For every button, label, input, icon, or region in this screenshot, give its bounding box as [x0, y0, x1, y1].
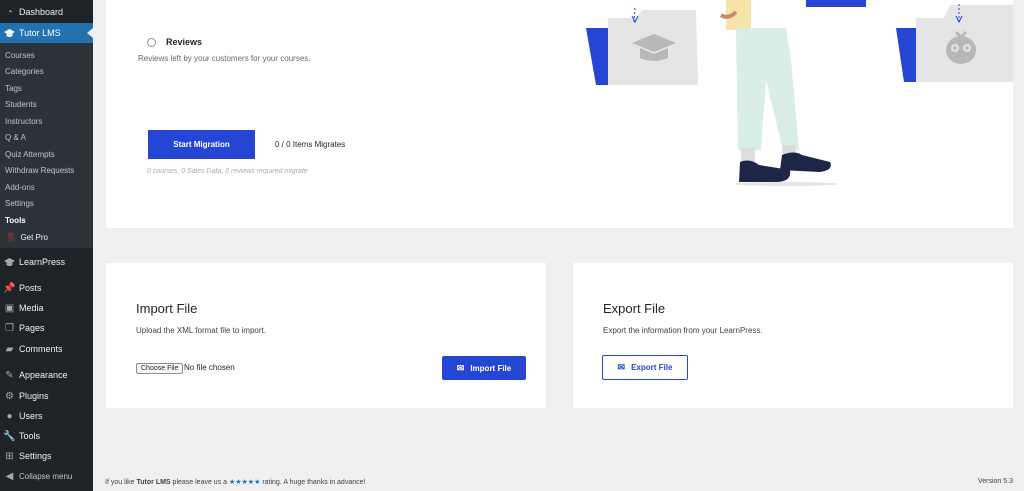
sidebar-item-posts[interactable]: 📌 Posts [0, 278, 93, 298]
sidebar-item-appearance[interactable]: ✎ Appearance [0, 365, 93, 385]
sidebar-item-plugins[interactable]: ⚙ Plugins [0, 386, 93, 406]
sidebar-item-tutor-lms[interactable]: Tutor LMS [0, 23, 93, 43]
user-icon: ● [6, 410, 13, 422]
migration-illustration [586, 0, 1013, 186]
footer-suffix: rating. A huge thanks in advance! [260, 479, 366, 486]
import-title: Import File [136, 301, 198, 316]
footer-brand: Tutor LMS [136, 479, 171, 486]
items-migrate-count: 0 / 0 Items Migrates [275, 140, 346, 149]
no-file-chosen: No file chosen [184, 363, 235, 372]
reviews-radio[interactable] [147, 38, 156, 47]
sock-left [741, 148, 755, 162]
sidebar-item-label: Pages [19, 323, 45, 333]
migration-panel: Reviews Reviews left by your customers f… [106, 0, 1013, 228]
tutor-submenu: Courses Categories Tags Students Instruc… [0, 43, 93, 248]
export-description: Export the information from your LearnPr… [603, 326, 763, 335]
left-folder-flap [586, 28, 608, 85]
settings-icon: ⊞ [5, 450, 14, 462]
shoe-right [780, 152, 831, 172]
collapse-icon: ◀ [5, 470, 14, 482]
sidebar-item-label: Media [19, 303, 44, 313]
export-file-button[interactable]: ✉ Export File [602, 355, 688, 380]
dashboard-icon: ◔ [6, 6, 13, 18]
submenu-add-ons[interactable]: Add-ons [5, 183, 35, 192]
comment-icon: ▰ [5, 343, 14, 355]
sidebar-item-pages[interactable]: ❐ Pages [0, 318, 93, 338]
sidebar-item-settings[interactable]: ⊞ Settings [0, 446, 93, 466]
export-panel: Export File Export the information from … [573, 263, 1013, 408]
sidebar-item-label: Tutor LMS [19, 28, 61, 38]
learnpress-icon [4, 257, 15, 268]
submenu-categories[interactable]: Categories [5, 67, 44, 76]
shadow [734, 182, 838, 186]
submenu-students[interactable]: Students [5, 100, 37, 109]
sidebar-item-label: Appearance [19, 370, 68, 380]
blue-bar [806, 0, 866, 7]
export-button-label: Export File [631, 363, 673, 372]
footer-middle: please leave us a [170, 479, 229, 486]
import-button-label: Import File [470, 363, 512, 373]
right-folder-flap [896, 28, 916, 82]
start-migration-button[interactable]: Start Migration [148, 130, 255, 159]
sidebar-item-label: Collapse menu [19, 471, 73, 481]
footer-rating-text: If you like Tutor LMS please leave us a … [105, 478, 365, 486]
export-icon: ✉ [617, 362, 626, 372]
sidebar-item-label: Settings [19, 451, 52, 461]
admin-sidebar: ◔ Dashboard Tutor LMS Courses Categories… [0, 0, 93, 491]
sidebar-item-label: LearnPress [19, 257, 66, 267]
sidebar-item-learnpress[interactable]: LearnPress [0, 252, 93, 272]
submenu-settings[interactable]: Settings [5, 199, 34, 208]
sidebar-item-tools[interactable]: 🔧 Tools [0, 426, 93, 446]
submenu-withdraw-requests[interactable]: Withdraw Requests [5, 166, 74, 175]
plugin-icon: ⚙ [5, 390, 14, 402]
sidebar-item-media[interactable]: ▣ Media [0, 298, 93, 318]
rating-stars-link[interactable]: ★★★★★ [229, 479, 260, 486]
submenu-tools[interactable]: Tools [5, 216, 26, 225]
ribbon-icon: 🎗 [5, 232, 17, 242]
sidebar-item-label: Posts [19, 283, 42, 293]
sidebar-item-label: Tools [19, 431, 41, 441]
export-title: Export File [603, 301, 666, 316]
sidebar-item-label: Comments [19, 344, 63, 354]
sidebar-item-users[interactable]: ● Users [0, 406, 93, 426]
submenu-instructors[interactable]: Instructors [5, 117, 42, 126]
person-pants [736, 28, 799, 150]
sidebar-item-comments[interactable]: ▰ Comments [0, 339, 93, 359]
sidebar-item-label: Dashboard [19, 7, 64, 17]
footer-version: Version 5.3 [977, 478, 1013, 485]
collapse-menu-button[interactable]: ◀ Collapse menu [0, 466, 93, 486]
reviews-description: Reviews left by your customers for your … [138, 54, 311, 63]
sidebar-item-label: Plugins [19, 391, 49, 401]
footer-prefix: If you like [105, 479, 137, 486]
choose-file-button[interactable]: Choose File [136, 363, 184, 374]
import-file-button[interactable]: ✉ Import File [442, 356, 526, 380]
submenu-tags[interactable]: Tags [5, 84, 22, 93]
sidebar-item-label: Users [19, 411, 43, 421]
migration-note: 0 courses, 0 Sales Data, 0 reviews requi… [147, 168, 308, 175]
media-icon: ▣ [4, 302, 15, 314]
import-icon: ✉ [456, 362, 465, 373]
pin-icon: 📌 [3, 282, 16, 294]
submenu-qa[interactable]: Q & A [5, 133, 26, 142]
reviews-label: Reviews [166, 37, 203, 47]
submenu-get-pro[interactable]: 🎗 Get Pro [5, 232, 48, 243]
import-description: Upload the XML format file to import. [136, 326, 266, 335]
import-panel: Import File Upload the XML format file t… [106, 263, 546, 408]
brush-icon: ✎ [5, 369, 14, 381]
wrench-icon: 🔧 [3, 430, 16, 442]
submenu-quiz-attempts[interactable]: Quiz Attempts [5, 150, 55, 159]
graduation-cap-icon [4, 28, 15, 39]
sidebar-item-dashboard[interactable]: ◔ Dashboard [0, 2, 93, 22]
pages-icon: ❐ [5, 322, 14, 334]
submenu-get-pro-label: Get Pro [20, 233, 49, 242]
submenu-courses[interactable]: Courses [5, 51, 35, 60]
